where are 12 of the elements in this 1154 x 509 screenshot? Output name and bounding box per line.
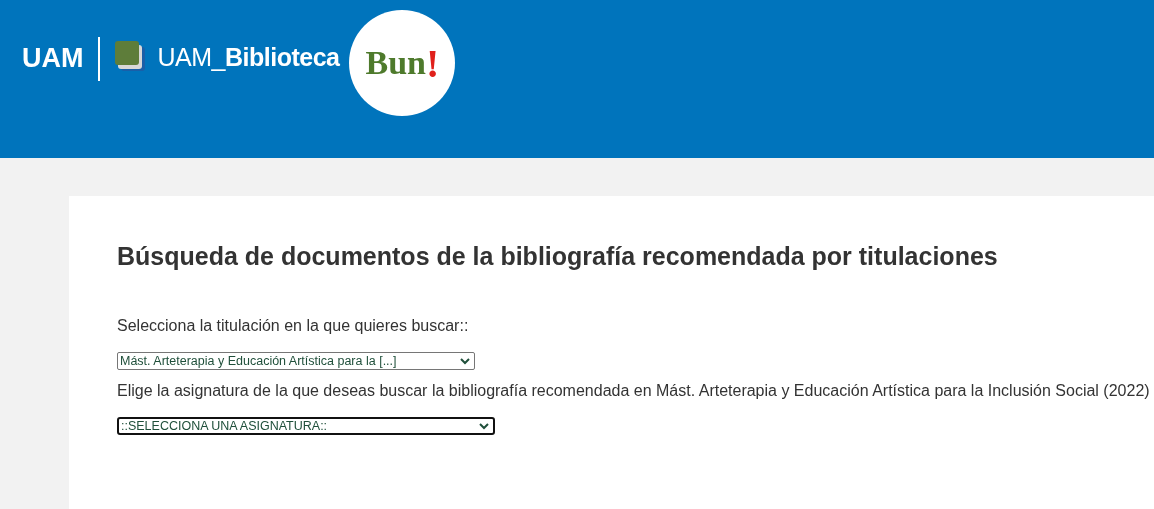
dropdown-field[interactable]: Mást. Arteterapia y Educación Artística para la [...] [117,352,475,370]
library-logo-icon [113,40,148,74]
dropdown-field[interactable]: ::SELECCIONA UNA ASIGNATURA:: [117,417,495,435]
field-label: Elige la asignatura de la que deseas buscar la bibliografía recomendada en Mást. Arteterapia y Educación Artística para la Inclusión Social (2022) [117,382,1150,400]
uam-logo[interactable]: UAM [22,43,84,74]
library-name[interactable]: UAM_Biblioteca [157,43,340,72]
bun-logo[interactable]: Bun! [349,10,456,116]
chevron-down-icon [479,422,489,430]
logo-divider [97,37,100,81]
page-title: Búsqueda de documentos de la bibliografía recomendada por titulaciones [117,242,999,271]
chevron-down-icon [460,357,470,365]
field-label: Selecciona la titulación en la que quieres buscar:: [117,317,469,335]
